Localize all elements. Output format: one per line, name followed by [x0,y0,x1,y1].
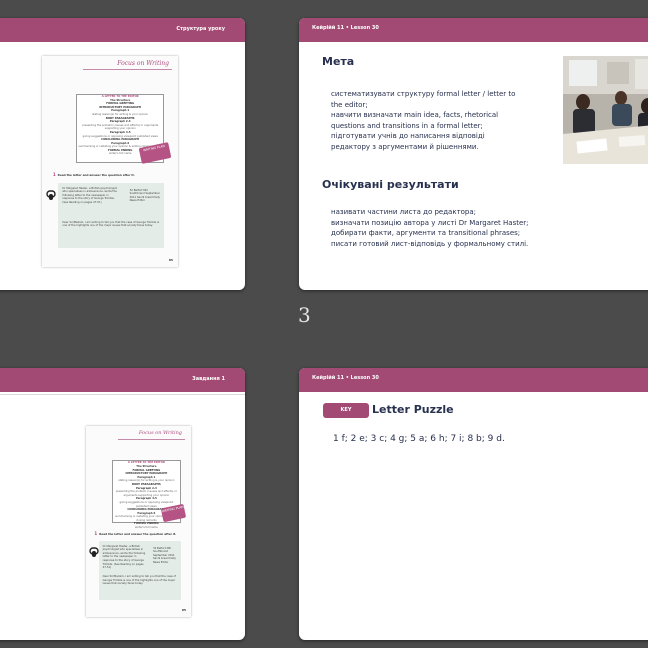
goal-line: підготувати учнів до написання відповіді [331,132,485,140]
title-underline [82,69,172,70]
slide-header-title: Структура уроку [176,26,225,32]
letter-reply: Dear Sir/Madam, I am writing to tell you… [62,220,160,228]
title-underline [117,439,185,440]
question-number: 1 [52,172,56,178]
answer-key: 1 f; 2 e; 3 c; 4 g; 5 a; 6 h; 7 i; 8 b; … [333,434,505,444]
slide-header: Структура уроку [0,18,245,42]
letter-intro: Dr Margaret Haster, a British psychologi… [102,544,146,570]
book-page-number: 85 [168,258,173,262]
letter-address: 32 Belfort Mill Southbrand September 201… [129,188,160,203]
page-number: 3 [298,303,311,327]
structure-title: A LETTER TO THE EDITOR [101,94,139,98]
structure-title: A LETTER TO THE EDITOR [127,461,165,465]
letter-puzzle-title: Letter Puzzle [372,403,454,416]
textbook-page-image: Focus on Writing A LETTER TO THE EDITOR … [42,56,178,267]
slide-header: Кейрійй 11 • Lesson 30 [299,18,648,42]
question-number: 1 [94,531,98,537]
textbook-page-image: Focus on Writing A LETTER TO THE EDITOR … [86,426,191,617]
paperclip-icon [46,190,56,200]
result-line: добирати факти, аргументи та transitiona… [331,229,521,237]
exercise-question: 1 Read the letter and answer the question… [94,531,176,536]
results-heading: Очікувані результати [322,178,459,191]
slide-header-title: Кейрійй 11 • Lesson 30 [312,375,379,381]
exercise-question: 1 Read the letter and answer the question… [53,172,135,177]
slide-header: Завдання 1 [0,368,245,392]
focus-on-writing-title: Focus on Writing [138,430,182,436]
focus-on-writing-title: Focus on Writing [117,60,169,67]
slide-header-title: Кейрійй 11 • Lesson 30 [312,25,379,31]
classroom-photo [563,56,648,164]
question-text: Read the letter and answer the question … [99,532,177,537]
slide-thumbnail-4[interactable]: Кейрійй 11 • Lesson 30 KEY Letter Puzzle… [299,368,648,640]
header-divider [0,394,245,395]
book-page-number: 85 [181,608,186,612]
writing-plan-tag: WRITING PLAN [160,503,186,523]
letter-reply: Dear Sir/Madam, I am writing to tell you… [102,574,176,586]
result-line: називати частини листа до редактора; [331,208,477,216]
slide-thumbnail-1[interactable]: Структура уроку Focus on Writing A LETTE… [0,18,245,290]
goal-line: систематизувати структуру formal letter … [331,90,516,98]
goal-line: questions and transitions in a formal le… [331,121,483,130]
slide-thumbnail-3[interactable]: Завдання 1 Focus on Writing A LETTER TO … [0,368,245,640]
slide-header: Кейрійй 11 • Lesson 30 [299,368,648,392]
goal-line: навчити визначати main idea, facts, rhet… [331,111,499,119]
key-badge: KEY [323,403,369,418]
letter-intro: Dr Margaret Haster, a British psychologi… [62,186,117,204]
letter-excerpt: Dr Margaret Haster, a British psychologi… [58,182,165,248]
results-list: називати частини листа до редактора; виз… [331,207,529,249]
slide-thumbnail-2[interactable]: Кейрійй 11 • Lesson 30 Мета систематизув… [299,18,648,290]
result-line: визначати позицію автора у листі Dr Marg… [331,218,529,227]
slide-header-title: Завдання 1 [192,376,225,382]
goal-line: редактору з аргументами й рішеннями. [331,142,479,151]
goal-heading: Мета [322,55,355,68]
question-text: Read the letter and answer the question … [57,173,135,178]
goal-list: систематизувати структуру formal letter … [331,89,515,152]
letter-excerpt: Dr Margaret Haster, a British psychologi… [98,540,181,600]
letter-address: 32 Belfort Mill Southbrand September 201… [152,546,176,564]
result-line: писати готовий лист-відповідь у формальн… [331,239,529,248]
structure-line: writer's full name [135,526,158,530]
structure-line: presenting the problem (causes and effec… [82,123,159,131]
goal-line: the editor; [331,100,368,109]
